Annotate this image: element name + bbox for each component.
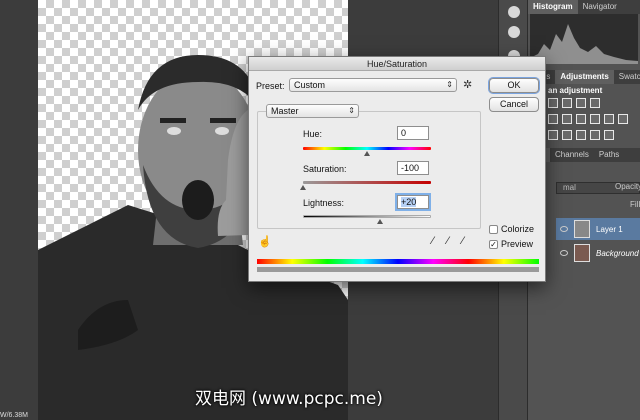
preset-value: Custom — [294, 80, 326, 90]
vibrance-icon[interactable] — [548, 114, 558, 124]
adjustment-icons-row-1 — [548, 98, 600, 108]
histogram-tabs: Histogram Navigator — [528, 0, 640, 14]
eyedropper-plus-icon[interactable]: ⁄ — [447, 235, 449, 247]
hue-value: 0 — [401, 128, 407, 138]
colorize-label: Colorize — [501, 224, 535, 234]
eyedropper-minus-icon[interactable]: ⁄ — [462, 235, 464, 247]
document-info: W/6.38M — [0, 412, 29, 419]
layer-name: Background — [596, 248, 639, 258]
hue-saturation-icon[interactable] — [562, 114, 572, 124]
fill-label: Fill — [630, 200, 640, 209]
tab-histogram[interactable]: Histogram — [528, 0, 578, 14]
hue-slider-thumb[interactable] — [364, 151, 370, 156]
photoshop-window: W/6.38M Histogram Navigator aries Adjust… — [0, 0, 640, 420]
layer-name: Layer 1 — [596, 224, 623, 234]
levels-icon[interactable] — [562, 98, 572, 108]
posterize-icon[interactable] — [562, 130, 572, 140]
layer-thumbnail — [574, 220, 590, 238]
ok-button[interactable]: OK — [489, 78, 539, 93]
adjustments-hint: an adjustment — [548, 86, 603, 95]
channel-value: Master — [271, 106, 299, 116]
gradient-map-icon[interactable] — [590, 130, 600, 140]
saturation-field[interactable]: -100 — [397, 161, 429, 175]
color-balance-icon[interactable] — [576, 114, 586, 124]
saturation-value: -100 — [401, 163, 420, 173]
histogram-graph — [530, 14, 638, 64]
lightness-slider-track[interactable] — [303, 215, 431, 218]
layer-thumbnail — [574, 244, 590, 262]
photo-filter-icon[interactable] — [604, 114, 614, 124]
lightness-value: +20 — [401, 197, 417, 207]
hue-saturation-dialog: Hue/Saturation Preset: Custom ⇕ ✲ OK Can… — [248, 56, 546, 282]
watermark-text: 双电网 (www.pcpc.me) — [195, 389, 383, 409]
dock-icon[interactable] — [508, 6, 520, 18]
chevron-updown-icon: ⇕ — [446, 80, 453, 89]
tab-adjustments[interactable]: Adjustments — [555, 70, 614, 84]
hue-label: Hue: — [303, 129, 323, 139]
exposure-icon[interactable] — [590, 98, 600, 108]
preview-checkbox[interactable]: ✓ — [489, 240, 498, 249]
layer-row-layer-1[interactable]: Layer 1 — [556, 218, 640, 240]
eye-icon[interactable] — [560, 250, 568, 256]
preset-select[interactable]: Custom ⇕ — [289, 78, 457, 92]
lightness-field[interactable]: +20 — [397, 195, 429, 209]
cancel-button[interactable]: Cancel — [489, 97, 539, 112]
opacity-label: Opacity — [615, 182, 640, 191]
channel-mixer-icon[interactable] — [618, 114, 628, 124]
saturation-label: Saturation: — [303, 164, 347, 174]
tab-channels[interactable]: Channels — [550, 148, 594, 162]
dialog-title: Hue/Saturation — [249, 57, 545, 71]
saturation-slider-track[interactable] — [303, 181, 431, 184]
adjustment-icons-row-2 — [548, 114, 628, 124]
preview-label: Preview — [501, 239, 534, 249]
dock-icon[interactable] — [508, 26, 520, 38]
lightness-label: Lightness: — [303, 198, 345, 208]
blend-mode-value: mal — [563, 183, 576, 192]
tab-swatches[interactable]: Swatch — [614, 70, 640, 84]
threshold-icon[interactable] — [576, 130, 586, 140]
colorize-checkbox[interactable] — [489, 225, 498, 234]
layer-row-background[interactable]: Background — [556, 242, 640, 264]
curves-icon[interactable] — [576, 98, 586, 108]
selective-color-icon[interactable] — [604, 130, 614, 140]
eyedropper-icon[interactable]: ⁄ — [432, 235, 434, 247]
output-color-bar — [257, 267, 539, 272]
tab-navigator[interactable]: Navigator — [578, 0, 622, 14]
invert-icon[interactable] — [548, 130, 558, 140]
preset-options-icon[interactable]: ✲ — [463, 78, 472, 91]
targeted-adjustment-hand-icon[interactable]: ☝ — [258, 235, 272, 248]
black-white-icon[interactable] — [590, 114, 600, 124]
chevron-updown-icon: ⇕ — [348, 106, 355, 115]
input-color-bar — [257, 259, 539, 264]
eye-icon[interactable] — [560, 226, 568, 232]
hue-slider-track[interactable] — [303, 147, 431, 150]
channel-select[interactable]: Master ⇕ — [266, 104, 359, 118]
lightness-slider-thumb[interactable] — [377, 219, 383, 224]
adjustment-group — [257, 111, 481, 229]
hue-field[interactable]: 0 — [397, 126, 429, 140]
adjustment-icons-row-3 — [548, 130, 614, 140]
brightness-icon[interactable] — [548, 98, 558, 108]
saturation-slider-thumb[interactable] — [300, 185, 306, 190]
tab-paths[interactable]: Paths — [594, 148, 624, 162]
check-mark-icon: ✓ — [490, 240, 497, 249]
preset-label: Preset: — [256, 81, 285, 91]
